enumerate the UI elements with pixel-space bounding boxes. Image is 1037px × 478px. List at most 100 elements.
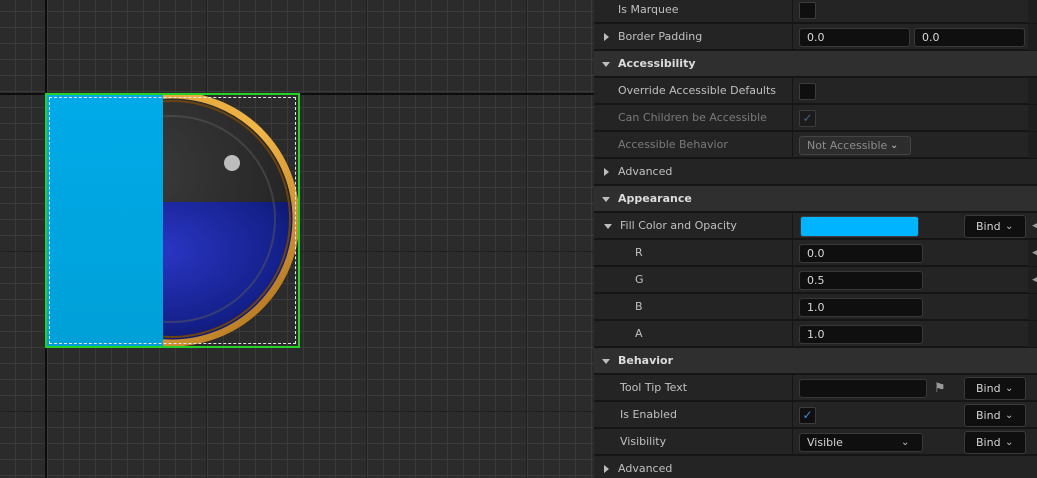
prop-label: Visibility xyxy=(620,435,667,448)
column-divider xyxy=(792,132,793,158)
can-children-accessible-checkbox: ✓ xyxy=(799,110,816,127)
grid-line xyxy=(526,0,527,478)
expand-arrow-icon[interactable] xyxy=(604,33,609,41)
chevron-down-icon: ⌄ xyxy=(1005,437,1014,448)
visibility-dropdown[interactable]: Visible ⌄ xyxy=(799,433,923,452)
checkmark-icon: ✓ xyxy=(802,111,813,125)
override-accessible-checkbox[interactable] xyxy=(799,83,816,100)
expand-arrow-icon[interactable] xyxy=(604,168,609,176)
prop-row-override-accessible: Override Accessible Defaults xyxy=(594,78,1037,104)
prop-row-border-padding: Border Padding 0.0 0.0 xyxy=(594,24,1037,50)
prop-row-is-marquee: Is Marquee xyxy=(594,0,1037,23)
collapse-arrow-icon[interactable] xyxy=(602,359,610,364)
collapse-arrow-icon[interactable] xyxy=(604,224,612,229)
bind-label: Bind xyxy=(976,409,1001,422)
chevron-down-icon: ⌄ xyxy=(890,140,899,151)
fill-color-bind-button[interactable]: Bind ⌄ xyxy=(964,215,1026,238)
prop-label: R xyxy=(635,246,643,259)
chevron-down-icon: ⌄ xyxy=(1005,221,1014,232)
prop-row-fill-a: A 1.0 xyxy=(594,321,1037,347)
grid-line xyxy=(0,411,594,412)
column-divider xyxy=(792,240,793,266)
column-divider xyxy=(792,213,793,239)
selected-progress-widget[interactable] xyxy=(45,93,300,348)
grid-line xyxy=(366,0,367,478)
column-divider xyxy=(792,321,793,347)
category-accessibility[interactable]: Accessibility xyxy=(594,51,1037,77)
is-marquee-checkbox[interactable] xyxy=(799,2,816,19)
dropdown-value: Not Accessible xyxy=(807,139,888,152)
fill-r-field[interactable]: 0.0 xyxy=(799,244,923,263)
category-title: Appearance xyxy=(618,192,692,205)
expand-arrow-icon[interactable] xyxy=(604,465,609,473)
chevron-down-icon: ⌄ xyxy=(1005,383,1014,394)
reset-arrow-icon[interactable]: ◀ xyxy=(1032,240,1037,266)
category-title: Accessibility xyxy=(618,57,696,70)
column-divider xyxy=(792,0,793,23)
reset-arrow-icon[interactable]: ◀ xyxy=(1032,213,1037,239)
fill-color-swatch[interactable] xyxy=(800,216,919,237)
chevron-down-icon: ⌄ xyxy=(901,437,910,448)
prop-label: Is Marquee xyxy=(618,3,679,16)
column-divider xyxy=(792,429,793,455)
category-behavior[interactable]: Behavior xyxy=(594,348,1037,374)
designer-canvas[interactable] xyxy=(0,0,594,478)
prop-label: A xyxy=(635,327,643,340)
prop-label: Fill Color and Opacity xyxy=(620,219,737,232)
prop-row-fill-g: G 0.5 ◀ xyxy=(594,267,1037,293)
fill-g-field[interactable]: 0.5 xyxy=(799,271,923,290)
visibility-bind-button[interactable]: Bind ⌄ xyxy=(964,431,1026,454)
prop-label: Tool Tip Text xyxy=(620,381,688,394)
row-gutter xyxy=(1028,24,1037,50)
row-gutter xyxy=(1028,132,1037,158)
is-enabled-bind-button[interactable]: Bind ⌄ xyxy=(964,404,1026,427)
advanced-label: Advanced xyxy=(618,165,673,178)
row-gutter xyxy=(1028,105,1037,131)
bind-label: Bind xyxy=(976,220,1001,233)
prop-row-visibility: Visibility Visible ⌄ Bind ⌄ xyxy=(594,429,1037,455)
prop-row-fill-r: R 0.0 ◀ xyxy=(594,240,1037,266)
prop-label: Accessible Behavior xyxy=(618,138,728,151)
is-enabled-checkbox[interactable]: ✓ xyxy=(799,407,816,424)
collapse-arrow-icon[interactable] xyxy=(602,62,610,67)
prop-row-fill-b: B 1.0 xyxy=(594,294,1037,320)
row-gutter xyxy=(1028,78,1037,104)
category-appearance[interactable]: Appearance xyxy=(594,186,1037,212)
column-divider xyxy=(792,375,793,401)
column-divider xyxy=(792,267,793,293)
column-divider xyxy=(792,24,793,50)
prop-label: Border Padding xyxy=(618,30,703,43)
prop-row-fill-color: Fill Color and Opacity Bind ⌄ ◀ xyxy=(594,213,1037,239)
prop-row-accessible-behavior: Accessible Behavior Not Accessible ⌄ xyxy=(594,132,1037,158)
prop-row-can-children-accessible: Can Children be Accessible ✓ xyxy=(594,105,1037,131)
column-divider xyxy=(792,294,793,320)
reset-arrow-icon[interactable]: ◀ xyxy=(1032,267,1037,293)
column-divider xyxy=(792,105,793,131)
border-padding-y-field[interactable]: 0.0 xyxy=(914,28,1025,47)
advanced-label: Advanced xyxy=(618,462,673,475)
details-panel: Is Marquee Border Padding 0.0 0.0 Access… xyxy=(594,0,1037,478)
prop-row-tooltip: Tool Tip Text ⚑ Bind ⌄ xyxy=(594,375,1037,401)
fill-b-field[interactable]: 1.0 xyxy=(799,298,923,317)
chevron-down-icon: ⌄ xyxy=(1005,410,1014,421)
tooltip-text-input[interactable] xyxy=(799,379,927,398)
checkmark-icon: ✓ xyxy=(802,408,813,422)
category-title: Behavior xyxy=(618,354,674,367)
prop-row-accessibility-advanced[interactable]: Advanced xyxy=(594,159,1037,185)
prop-row-behavior-advanced[interactable]: Advanced xyxy=(594,456,1037,478)
prop-label: Can Children be Accessible xyxy=(618,111,767,124)
dropdown-value: Visible xyxy=(807,436,843,449)
bind-label: Bind xyxy=(976,382,1001,395)
collapse-arrow-icon[interactable] xyxy=(602,197,610,202)
column-divider xyxy=(792,78,793,104)
flag-icon[interactable]: ⚑ xyxy=(934,381,946,396)
border-padding-x-field[interactable]: 0.0 xyxy=(799,28,910,47)
bind-label: Bind xyxy=(976,436,1001,449)
prop-row-is-enabled: Is Enabled ✓ Bind ⌄ xyxy=(594,402,1037,428)
accessible-behavior-dropdown: Not Accessible ⌄ xyxy=(799,136,911,155)
column-divider xyxy=(792,402,793,428)
prop-label: G xyxy=(635,273,644,286)
tooltip-bind-button[interactable]: Bind ⌄ xyxy=(964,377,1026,400)
fill-a-field[interactable]: 1.0 xyxy=(799,325,923,344)
selection-dashed-outline xyxy=(49,97,296,344)
